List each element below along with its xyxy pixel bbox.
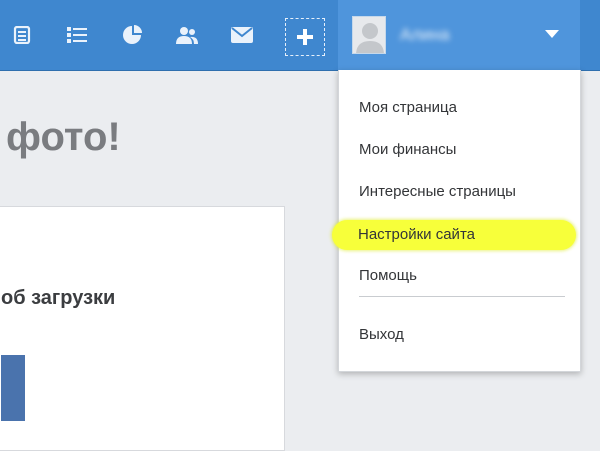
menu-item-help[interactable]: Помощь (359, 266, 417, 286)
menu-item-my-finances[interactable]: Мои финансы (359, 140, 456, 160)
pie-chart-icon[interactable] (121, 24, 143, 46)
user-avatar-icon[interactable] (352, 16, 386, 54)
menu-item-site-settings[interactable]: Настройки сайта (358, 225, 475, 245)
user-name[interactable]: Алина (400, 24, 490, 46)
mail-icon[interactable] (231, 24, 253, 46)
menu-item-my-page[interactable]: Моя страница (359, 98, 457, 118)
menu-item-interesting-pages[interactable]: Интересные страницы (359, 182, 516, 202)
chevron-down-icon[interactable] (545, 30, 559, 38)
add-button[interactable] (285, 18, 325, 56)
card-heading: об загрузки (1, 287, 116, 309)
list-icon[interactable] (66, 24, 88, 46)
plus-icon (297, 29, 313, 45)
page-title: фото! (6, 115, 121, 159)
menu-divider (359, 296, 565, 297)
upload-card: об загрузки (0, 206, 285, 451)
upload-thumbnail[interactable] (1, 355, 25, 421)
people-icon[interactable] (176, 24, 198, 46)
menu-item-logout[interactable]: Выход (359, 325, 404, 345)
document-list-icon[interactable] (11, 24, 33, 46)
